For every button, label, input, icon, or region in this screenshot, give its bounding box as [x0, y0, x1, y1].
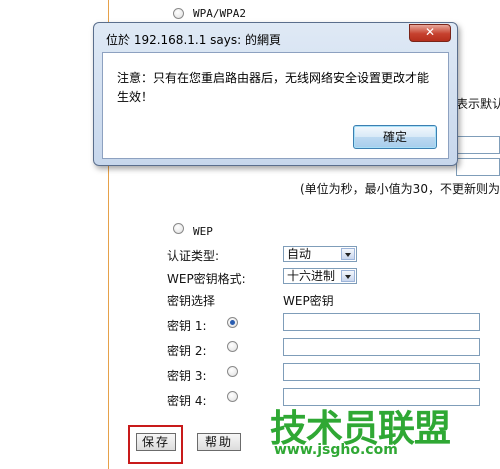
key-2-radio[interactable]	[227, 341, 238, 352]
chevron-down-icon	[341, 248, 355, 260]
wep-key-header: WEP密钥	[283, 294, 334, 308]
wpa-wpa2-label: WPA/WPA2	[193, 7, 246, 20]
key-select-label: 密钥选择	[167, 294, 216, 308]
chevron-down-icon	[341, 270, 355, 282]
key-3-radio[interactable]	[227, 366, 238, 377]
key-2-label: 密钥 2:	[167, 344, 207, 358]
alert-dialog: 位於 192.168.1.1 says: 的網頁 ✕ 注意：只有在您重启路由器后…	[93, 22, 458, 166]
key-3-input[interactable]	[283, 363, 480, 381]
wpa-wpa2-radio[interactable]	[173, 8, 184, 19]
key-format-select[interactable]: 十六进制	[283, 268, 357, 284]
help-button[interactable]: 帮助	[197, 433, 241, 451]
wep-label: WEP	[193, 225, 213, 238]
key-4-label: 密钥 4:	[167, 394, 207, 408]
key-format-value: 十六进制	[287, 269, 336, 283]
ok-button[interactable]: 確定	[353, 125, 437, 149]
save-button[interactable]: 保存	[136, 433, 176, 451]
dialog-body: 注意：只有在您重启路由器后，无线网络安全设置更改才能生效！ 確定	[102, 52, 449, 159]
key-3-label: 密钥 3:	[167, 369, 207, 383]
interval-note: (单位为秒，最小值为30，不更新则为	[300, 182, 500, 196]
auth-type-label: 认证类型:	[167, 249, 220, 263]
group-key-interval-input[interactable]	[456, 158, 500, 176]
watermark-url: www.jsgho.com	[274, 442, 398, 458]
key-2-input[interactable]	[283, 338, 480, 356]
key-1-label: 密钥 1:	[167, 319, 207, 333]
dialog-title: 位於 192.168.1.1 says: 的網頁	[106, 33, 281, 47]
default-hint-text: 表示默认	[456, 97, 500, 111]
auth-type-value: 自动	[287, 247, 312, 261]
key-format-label: WEP密钥格式:	[167, 272, 246, 286]
key-1-input[interactable]	[283, 313, 480, 331]
close-icon[interactable]: ✕	[409, 24, 451, 42]
key-1-radio[interactable]	[227, 317, 238, 328]
wpa-key-input[interactable]	[456, 136, 500, 154]
key-4-radio[interactable]	[227, 391, 238, 402]
dialog-message: 注意：只有在您重启路由器后，无线网络安全设置更改才能生效！	[117, 71, 430, 104]
wep-radio[interactable]	[173, 223, 184, 234]
auth-type-select[interactable]: 自动	[283, 246, 357, 262]
